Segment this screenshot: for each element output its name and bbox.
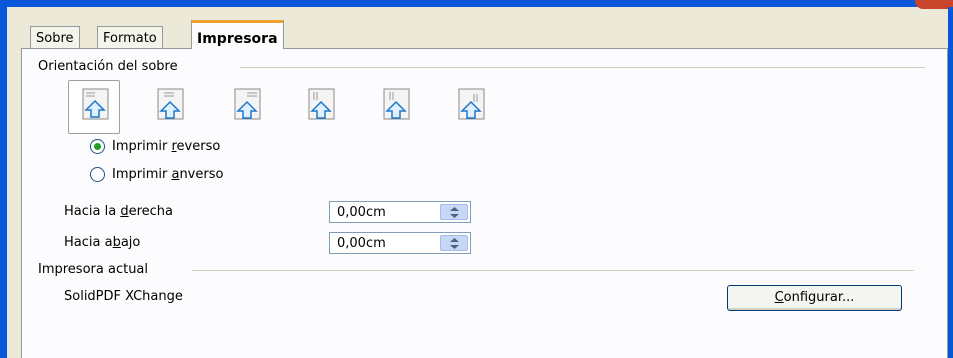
print-reverse-radio-row[interactable]: Imprimir reverso [90, 137, 220, 155]
orientation-option-4[interactable] [303, 84, 343, 132]
print-reverse-label-post: everso [176, 138, 221, 154]
orientation-option-3[interactable] [229, 84, 269, 132]
configure-mnemonic: C [774, 290, 784, 305]
orientation-group-title: Orientación del sobre [38, 59, 184, 75]
print-front-radio-row[interactable]: Imprimir anverso [90, 165, 223, 183]
envelope-orientation-horizontal-right-icon [234, 88, 261, 120]
print-front-label-post: nverso [179, 166, 224, 182]
spin-arrows-icon [450, 238, 459, 249]
offset-right-spin-button[interactable] [440, 204, 468, 220]
configure-button[interactable]: Configurar... [727, 285, 902, 311]
print-reverse-label-pre: Imprimir [112, 138, 172, 154]
offset-down-mnemonic: b [112, 235, 121, 250]
print-front-label: Imprimir anverso [112, 167, 223, 182]
tab-sobre[interactable]: Sobre [30, 26, 80, 48]
window-titlebar [0, 0, 953, 7]
offset-down-spinner[interactable]: 0,00cm [329, 232, 471, 254]
print-reverse-label: Imprimir reverso [112, 139, 220, 154]
offset-down-spin-button[interactable] [440, 235, 468, 251]
window-right-border [948, 7, 953, 358]
printer-separator [192, 270, 914, 271]
offset-down-label: Hacia abajo [64, 235, 140, 250]
orientation-option-5[interactable] [378, 84, 418, 132]
offset-right-spinner[interactable]: 0,00cm [329, 201, 471, 223]
offset-down-value[interactable]: 0,00cm [337, 236, 386, 251]
print-reverse-radio[interactable] [90, 138, 105, 154]
envelope-orientation-vertical-left-icon [308, 88, 335, 120]
offset-right-label: Hacia la derecha [64, 204, 173, 219]
print-front-label-pre: Imprimir [112, 166, 172, 182]
envelope-orientation-horizontal-left-icon [82, 88, 109, 120]
orientation-option-6[interactable] [453, 84, 493, 132]
tab-sobre-label: Sobre [36, 31, 74, 46]
print-front-radio[interactable] [90, 166, 105, 182]
orientation-separator [240, 67, 925, 68]
offset-down-label-post: ajo [120, 235, 141, 250]
envelope-orientation-vertical-right-icon [458, 88, 485, 120]
tab-formato-label: Formato [103, 31, 157, 46]
orientation-option-1[interactable] [68, 80, 120, 134]
tab-formato[interactable]: Formato [97, 26, 163, 48]
offset-right-label-post: erecha [128, 204, 173, 219]
envelope-orientation-horizontal-center-icon [157, 88, 184, 120]
envelope-orientation-vertical-center-icon [383, 88, 410, 120]
tab-impresora[interactable]: Impresora [191, 20, 284, 49]
orientation-option-2[interactable] [152, 84, 192, 132]
offset-right-label-pre: Hacia la [64, 204, 121, 219]
offset-right-mnemonic: d [120, 204, 129, 219]
tab-impresora-label: Impresora [197, 31, 278, 47]
spin-arrows-icon [450, 207, 459, 218]
offset-right-value[interactable]: 0,00cm [337, 205, 386, 220]
printer-name: SolidPDF XChange [64, 289, 183, 304]
offset-down-label-pre: Hacia a [64, 235, 113, 250]
printer-group-title: Impresora actual [38, 262, 155, 278]
window-left-border [0, 7, 7, 358]
configure-label-rest: onfigurar... [783, 290, 855, 305]
